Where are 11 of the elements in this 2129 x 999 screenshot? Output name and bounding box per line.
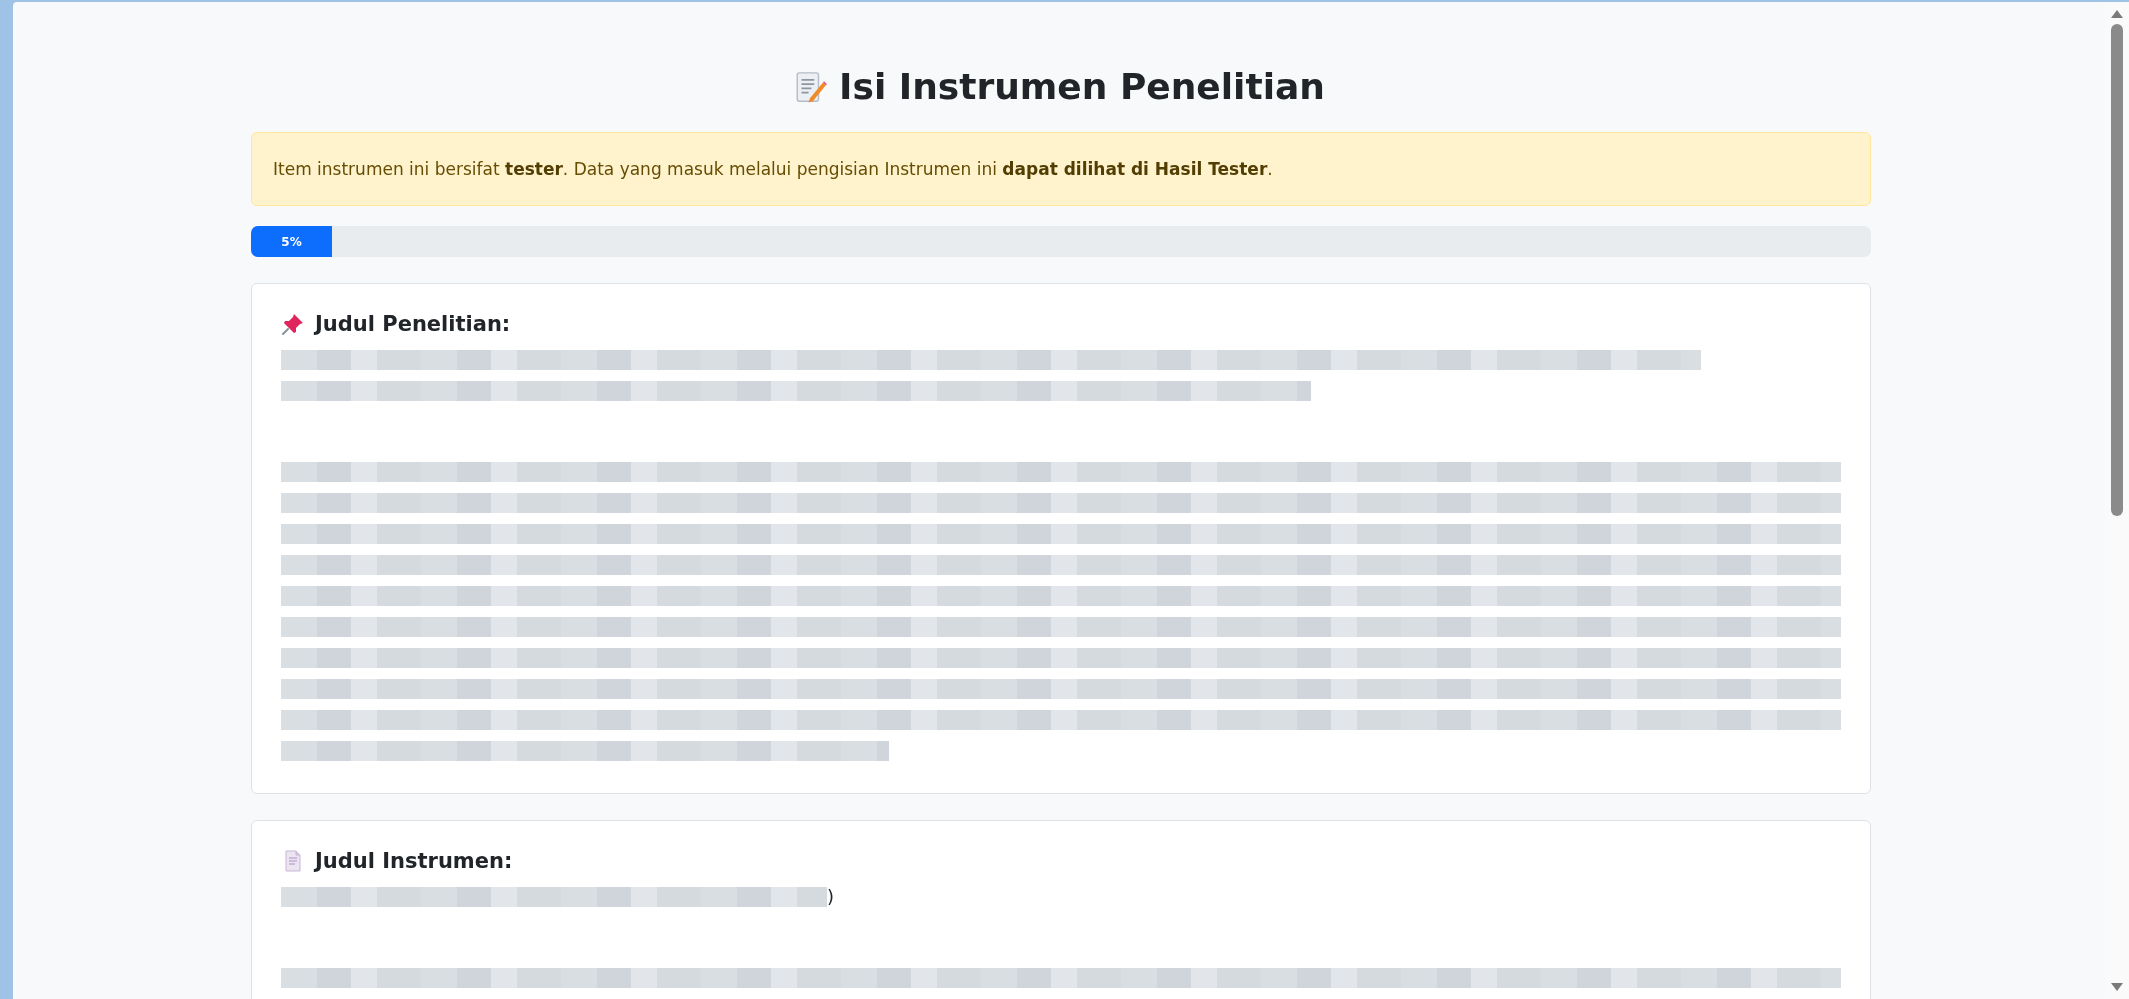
pushpin-icon (281, 312, 305, 336)
notice-alert: Item instrumen ini bersifat tester. Data yang masuk melalui pengisian Instrumen ini dapat dilihat di Hasil Tester. (251, 132, 1871, 206)
section-heading: Judul Penelitian: (315, 312, 511, 336)
progress-fill: 5% (251, 226, 332, 257)
text-fragment: ) (827, 886, 835, 907)
page-title: Isi Instrumen Penelitian (839, 65, 1325, 109)
scroll-down-icon[interactable] (2111, 983, 2123, 991)
scrollbar[interactable] (2105, 2, 2129, 999)
scroll-thumb[interactable] (2111, 24, 2123, 516)
section-heading: Judul Instrumen: (315, 849, 513, 873)
scroll-up-icon[interactable] (2111, 10, 2123, 18)
